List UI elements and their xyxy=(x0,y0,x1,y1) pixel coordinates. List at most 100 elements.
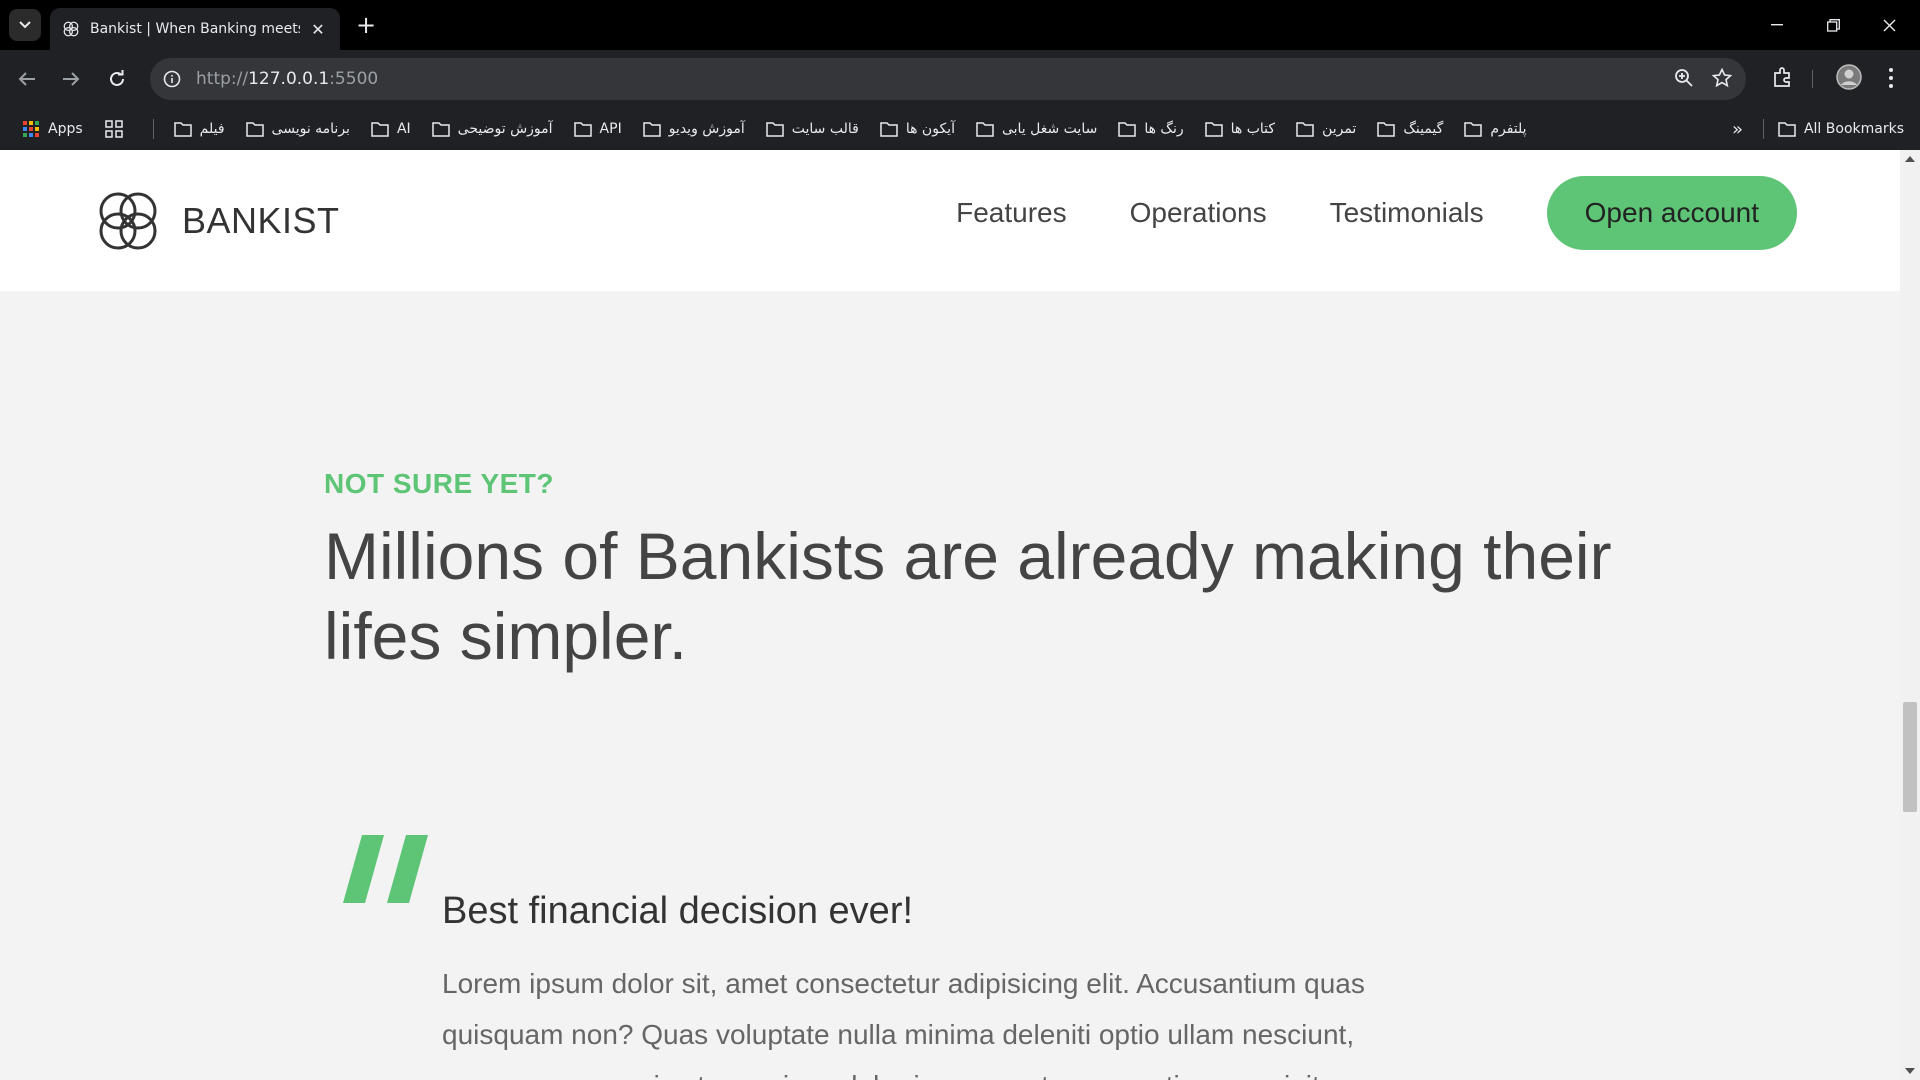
bookmark-apps[interactable]: Apps xyxy=(22,120,83,138)
bookmark-label: API xyxy=(599,121,622,137)
bookmark-star-icon[interactable] xyxy=(1711,67,1733,92)
bookmark-label: آموزش ویدیو xyxy=(668,121,745,137)
section-label: NOT SURE YET? xyxy=(324,468,555,499)
bookmark-label: AI xyxy=(396,121,411,137)
folder-icon xyxy=(642,122,661,137)
toolbar-divider xyxy=(1812,70,1813,88)
tab-title: Bankist | When Banking meets Minimalist xyxy=(90,21,300,37)
folder-icon xyxy=(371,122,389,137)
bookmark-folder[interactable]: AI xyxy=(371,121,411,137)
bookmark-label: سایت شغل یابی xyxy=(1001,121,1098,137)
nav-link-features[interactable]: Features xyxy=(956,197,1067,229)
bookmark-folder[interactable]: پلتفرم xyxy=(1464,121,1527,137)
bookmarks-right: » All Bookmarks xyxy=(1732,108,1904,150)
bookmark-folder[interactable]: سایت شغل یابی xyxy=(976,121,1097,137)
bookmark-label: گیمینگ xyxy=(1403,121,1444,137)
address-bar[interactable]: http://127.0.0.1:5500 xyxy=(150,58,1746,100)
bookmark-label: آیکون ها xyxy=(905,121,955,137)
bookmark-folder[interactable]: قالب سایت xyxy=(766,121,859,137)
arrow-left-icon xyxy=(18,72,35,86)
scroll-down-icon[interactable] xyxy=(1905,1068,1915,1074)
bookmark-label: پلتفرم xyxy=(1490,121,1527,137)
reload-button[interactable] xyxy=(102,64,132,94)
grid-icon xyxy=(104,120,123,138)
bookmark-folder-list: فیلم برنامه نویسی AI آموزش توضیحی API آموزش و… xyxy=(173,121,1548,137)
reload-icon xyxy=(110,70,124,86)
folder-icon xyxy=(766,122,784,137)
chevron-down-icon xyxy=(19,21,31,29)
site-logo[interactable]: BANKIST xyxy=(92,185,340,257)
close-window-button[interactable] xyxy=(1866,10,1912,40)
scrollbar-thumb[interactable] xyxy=(1903,702,1917,812)
browser-toolbar: http://127.0.0.1:5500 xyxy=(0,50,1920,108)
bookmark-folder[interactable]: آیکون ها xyxy=(880,121,955,137)
bookmark-folder[interactable]: رنگ ها xyxy=(1118,121,1184,137)
arrow-right-icon xyxy=(63,72,80,86)
nav-link-operations[interactable]: Operations xyxy=(1130,197,1267,229)
scroll-up-icon[interactable] xyxy=(1905,156,1915,162)
bankist-favicon-icon xyxy=(63,21,79,37)
main-nav: Features Operations Testimonials Open ac… xyxy=(956,176,1797,250)
bookmark-label: قالب سایت xyxy=(791,121,859,137)
minimize-icon xyxy=(1771,24,1783,26)
bookmark-folder[interactable]: برنامه نویسی xyxy=(245,121,350,137)
folder-icon xyxy=(245,122,264,137)
tab-close-icon[interactable]: ✕ xyxy=(308,20,328,39)
profile-avatar[interactable] xyxy=(1836,64,1862,94)
more-bookmarks-chevron-icon[interactable]: » xyxy=(1732,119,1743,140)
bookmarks-divider xyxy=(152,119,154,139)
nav-link-testimonials[interactable]: Testimonials xyxy=(1330,197,1484,229)
bookmark-folder[interactable]: فیلم xyxy=(173,121,225,137)
bookmarks-bar: Apps فیلم برنامه نویسی AI آموزش توضیحی API آم… xyxy=(0,108,1920,150)
testimonial-title: Best financial decision ever! xyxy=(442,890,914,932)
bookmark-folder[interactable]: کتاب ها xyxy=(1204,121,1276,137)
forward-button[interactable] xyxy=(56,64,86,94)
bookmark-folder[interactable]: تمرین xyxy=(1296,121,1356,137)
restore-button[interactable] xyxy=(1810,10,1856,40)
folder-icon xyxy=(1296,122,1314,137)
url-text: http://127.0.0.1:5500 xyxy=(196,69,379,89)
bookmarks-divider xyxy=(1762,119,1764,139)
menu-kebab-icon[interactable] xyxy=(1888,67,1894,93)
folder-icon xyxy=(173,122,192,137)
bookmark-label: تمرین xyxy=(1322,121,1357,137)
all-bookmarks-button[interactable]: All Bookmarks xyxy=(1778,121,1904,137)
folder-icon xyxy=(1377,122,1396,137)
folder-icon xyxy=(880,122,898,137)
logo-text: BANKIST xyxy=(182,200,340,241)
site-header: BANKIST Features Operations Testimonials… xyxy=(0,150,1900,291)
quote-mark-icon xyxy=(343,835,428,903)
folder-icon xyxy=(431,122,450,137)
folder-icon xyxy=(1464,122,1483,137)
extensions-icon[interactable] xyxy=(1772,66,1794,92)
minimize-button[interactable] xyxy=(1754,10,1800,40)
bookmark-folder[interactable]: آموزش ویدیو xyxy=(642,121,745,137)
restore-icon xyxy=(1826,18,1840,32)
zoom-icon[interactable] xyxy=(1674,68,1694,92)
tab-search-button[interactable] xyxy=(9,9,41,41)
folder-icon xyxy=(976,122,994,137)
bookmark-folder[interactable]: API xyxy=(573,121,622,137)
bookmark-label: فیلم xyxy=(199,121,225,137)
folder-icon xyxy=(573,122,592,137)
page-viewport: BANKIST Features Operations Testimonials… xyxy=(0,150,1900,1080)
back-button[interactable] xyxy=(12,64,42,94)
site-info-icon[interactable] xyxy=(160,67,184,91)
bookmark-folder[interactable]: گیمینگ xyxy=(1377,121,1443,137)
page-scrollbar[interactable] xyxy=(1900,150,1920,1080)
bookmark-label: Apps xyxy=(48,121,83,137)
bookmark-label: کتاب ها xyxy=(1230,121,1276,137)
bookmark-folder[interactable]: آموزش توضیحی xyxy=(431,121,553,137)
new-tab-button[interactable]: + xyxy=(352,11,380,39)
open-account-button[interactable]: Open account xyxy=(1546,176,1797,250)
folder-icon xyxy=(1118,122,1137,137)
tab-strip: Bankist | When Banking meets Minimalist … xyxy=(0,0,1920,50)
tab-groups-button[interactable] xyxy=(104,119,132,139)
section-heading: Millions of Bankists are already making … xyxy=(324,519,1612,673)
testimonial-text: Lorem ipsum dolor sit, amet consectetur … xyxy=(442,968,1365,1080)
browser-tab[interactable]: Bankist | When Banking meets Minimalist … xyxy=(50,8,340,50)
apps-grid-icon xyxy=(23,121,39,137)
close-icon xyxy=(1883,19,1895,31)
bookmark-label: رنگ ها xyxy=(1144,121,1184,137)
bookmark-label: برنامه نویسی xyxy=(271,121,350,137)
